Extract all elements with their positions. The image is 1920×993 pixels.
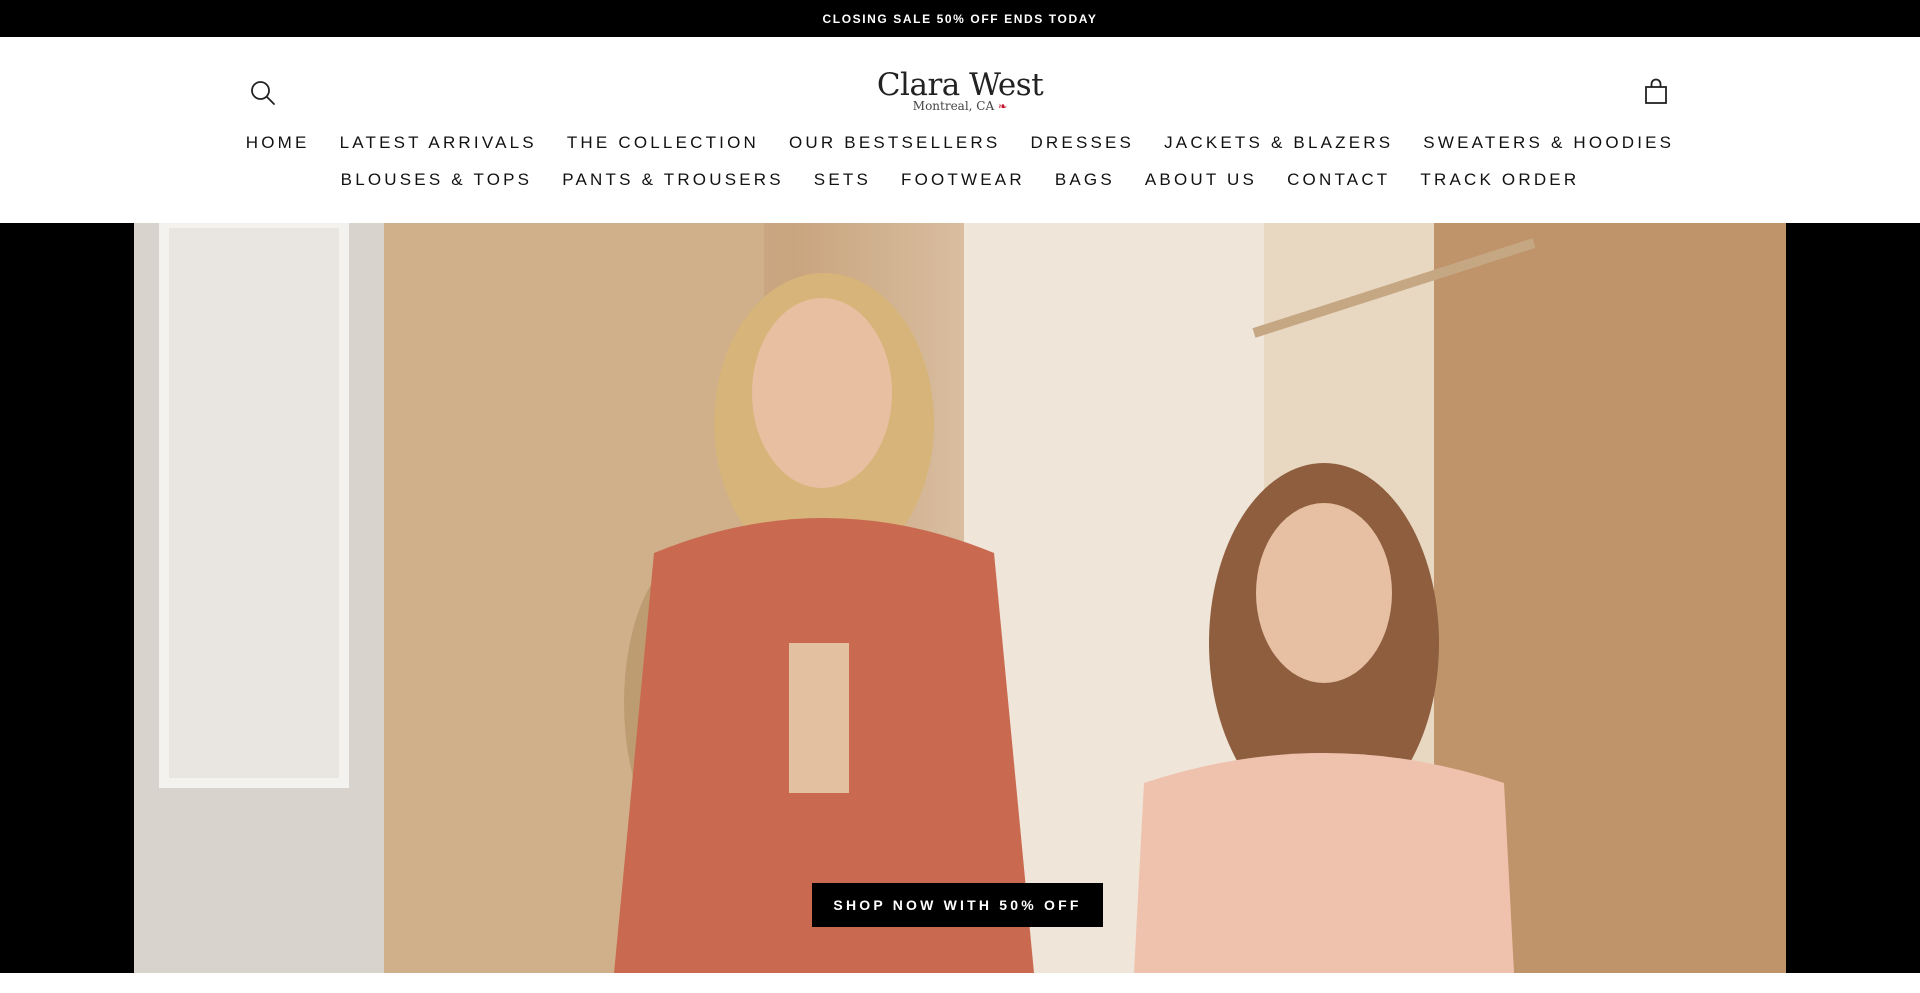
search-button[interactable] [248,78,278,108]
nav-link-about-us[interactable]: ABOUT US [1145,169,1257,191]
nav-link-footwear[interactable]: FOOTWEAR [901,169,1025,191]
woman-left-top [789,643,849,793]
site-header: Clara West Montreal, CA ❧ HOME LATEST AR… [0,37,1920,223]
hero-image [134,223,1786,973]
woman-left-face [752,298,892,488]
search-icon [251,81,275,105]
nav-link-sets[interactable]: SETS [814,169,871,191]
nav-link-sweaters-hoodies[interactable]: SWEATERS & HOODIES [1423,132,1674,154]
nav-link-home[interactable]: HOME [246,132,310,154]
nav-link-latest-arrivals[interactable]: LATEST ARRIVALS [340,132,537,154]
cart-button[interactable] [1641,77,1671,107]
window-pane [159,223,349,788]
maple-leaf-icon: ❧ [997,100,1008,113]
nav-link-the-collection[interactable]: THE COLLECTION [567,132,759,154]
announcement-text: CLOSING SALE 50% OFF ENDS TODAY [822,11,1098,26]
hero-photo-illustration [134,223,1786,973]
nav-link-our-bestsellers[interactable]: OUR BESTSELLERS [789,132,1000,154]
hero-banner: SHOP NOW WITH 50% OFF [0,223,1920,973]
brand-logo[interactable]: Clara West Montreal, CA ❧ [860,67,1060,113]
nav-link-bags[interactable]: BAGS [1055,169,1115,191]
main-nav-row-2: BLOUSES & TOPS PANTS & TROUSERS SETS FOO… [0,169,1920,191]
shopping-bag-icon [1645,78,1667,104]
shop-now-button[interactable]: SHOP NOW WITH 50% OFF [812,883,1103,927]
page-bottom-strip [0,973,1920,993]
woman-right-dress [1134,753,1514,973]
woman-right-face [1256,503,1392,683]
nav-link-track-order[interactable]: TRACK ORDER [1420,169,1579,191]
brand-name: Clara West [876,67,1044,103]
nav-link-contact[interactable]: CONTACT [1287,169,1390,191]
nav-link-dresses[interactable]: DRESSES [1030,132,1134,154]
nav-link-pants-trousers[interactable]: PANTS & TROUSERS [562,169,784,191]
main-nav-row-1: HOME LATEST ARRIVALS THE COLLECTION OUR … [0,132,1920,154]
announcement-bar: CLOSING SALE 50% OFF ENDS TODAY [0,0,1920,37]
nav-link-blouses-tops[interactable]: BLOUSES & TOPS [341,169,533,191]
brand-location: Montreal, CA [912,99,995,113]
nav-link-jackets-blazers[interactable]: JACKETS & BLAZERS [1164,132,1393,154]
